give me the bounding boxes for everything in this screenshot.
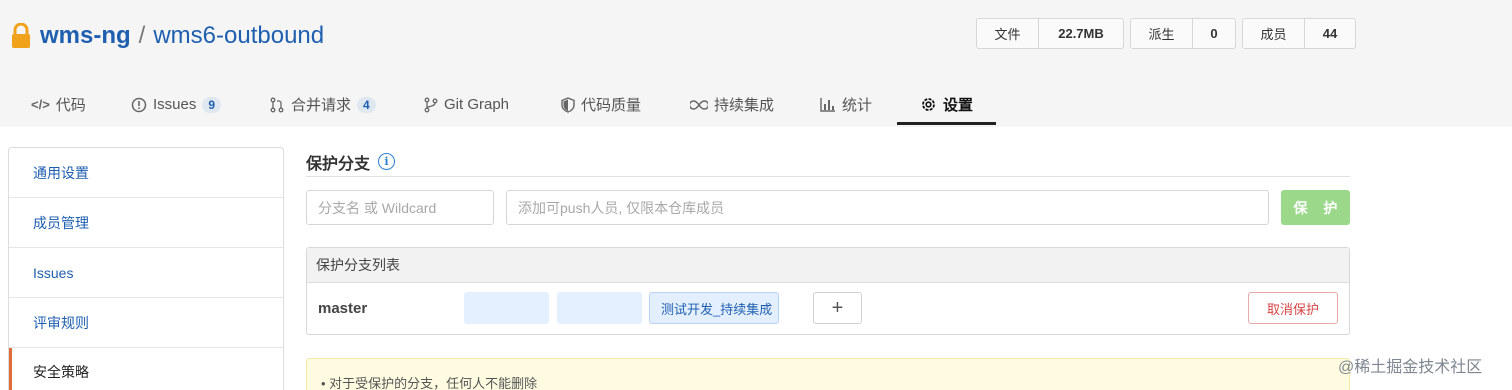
remove-member-icon[interactable]: × — [762, 301, 770, 316]
tab-code-quality[interactable]: 代码质量 — [561, 84, 641, 125]
active-tab-indicator — [897, 122, 996, 125]
tab-label: Git Graph — [444, 96, 510, 113]
branch-name: master — [318, 300, 368, 317]
tab-label: 合并请求 — [291, 97, 352, 114]
add-member-button[interactable]: + — [813, 292, 862, 324]
stat-value: 0 — [1210, 26, 1218, 41]
gear-icon — [920, 96, 937, 113]
stat-forks[interactable]: 派生 0 — [1130, 18, 1236, 49]
repo-name-link[interactable]: wms6-outbound — [153, 22, 324, 50]
member-tag: 测试开发_持续集成 × — [649, 292, 779, 324]
merge-request-icon — [269, 97, 285, 113]
site-watermark: @稀土掘金技术社区 — [1338, 359, 1483, 376]
push-members-input[interactable] — [506, 190, 1269, 225]
tab-label: 设置 — [943, 97, 974, 114]
branch-name-input[interactable] — [306, 190, 494, 225]
tab-statistics[interactable]: 统计 — [820, 84, 872, 125]
tab-issues[interactable]: Issues 9 — [131, 84, 222, 125]
stat-files[interactable]: 文件 22.7MB — [976, 18, 1124, 49]
lock-icon — [12, 23, 30, 48]
tab-label: Issues — [153, 96, 197, 113]
stat-label: 文件 — [977, 19, 1039, 48]
tab-continuous-integration[interactable]: 持续集成 — [690, 84, 774, 125]
protect-button[interactable]: 保 护 — [1281, 190, 1350, 225]
tab-code[interactable]: </> 代码 — [31, 84, 86, 125]
sidebar-item-security-policy[interactable]: 安全策略 — [9, 348, 283, 390]
member-tag-redacted[interactable] — [557, 292, 642, 324]
protected-branches-panel: 保护分支 i 保 护 保护分支列表 master 测试开发_持续集成 × + 取… — [306, 147, 1350, 390]
sidebar-item-general[interactable]: 通用设置 — [9, 148, 283, 198]
code-icon: </> — [31, 97, 50, 112]
shield-icon — [561, 96, 575, 113]
stat-value: 44 — [1322, 26, 1338, 41]
branch-icon — [424, 97, 438, 113]
tab-label: 统计 — [842, 97, 873, 114]
stat-members[interactable]: 成员 44 — [1242, 18, 1356, 49]
tab-git-graph[interactable]: Git Graph — [424, 84, 509, 125]
stat-label: 派生 — [1131, 19, 1193, 48]
sidebar-item-review-rules[interactable]: 评审规则 — [9, 298, 283, 348]
stat-value: 22.7MB — [1058, 26, 1104, 41]
sidebar-item-issues[interactable]: Issues — [9, 248, 283, 298]
protected-branch-table: 保护分支列表 master 测试开发_持续集成 × + 取消保护 — [306, 247, 1350, 335]
table-row: master 测试开发_持续集成 × + 取消保护 — [307, 283, 1349, 334]
section-title: 保护分支 — [306, 155, 371, 173]
tab-label: 持续集成 — [714, 97, 775, 114]
repo-separator: / — [138, 22, 146, 49]
settings-sidebar: 通用设置 成员管理 Issues 评审规则 安全策略 — [8, 147, 284, 390]
stat-label: 成员 — [1243, 19, 1305, 48]
cancel-protection-button[interactable]: 取消保护 — [1248, 292, 1338, 324]
table-header: 保护分支列表 — [307, 248, 1349, 283]
tab-settings[interactable]: 设置 — [920, 84, 973, 125]
tab-label: 代码 — [55, 97, 86, 114]
info-icon[interactable]: i — [378, 153, 396, 170]
member-tag-redacted[interactable] — [464, 292, 549, 324]
sidebar-item-members[interactable]: 成员管理 — [9, 198, 283, 248]
protection-note: • 对于受保护的分支，任何人不能删除 — [306, 358, 1350, 390]
tab-label: 代码质量 — [581, 97, 642, 114]
infinity-icon — [690, 99, 708, 111]
repo-title: wms-ng / wms6-outbound — [10, 18, 324, 54]
bar-chart-icon — [820, 97, 836, 112]
merge-requests-count-badge: 4 — [357, 96, 376, 113]
section-header: 保护分支 i — [306, 147, 1350, 177]
tab-merge-requests[interactable]: 合并请求 4 — [269, 84, 376, 125]
repo-tabs: </> 代码 Issues 9 合并请求 4 Git Graph 代码质量 持续… — [0, 84, 1100, 125]
repo-stats: 文件 22.7MB 派生 0 成员 44 — [970, 18, 1356, 49]
repo-owner-link[interactable]: wms-ng — [40, 22, 131, 50]
issue-icon — [131, 97, 147, 113]
issues-count-badge: 9 — [202, 96, 222, 113]
member-tag-label: 测试开发_持续集成 — [661, 301, 773, 317]
